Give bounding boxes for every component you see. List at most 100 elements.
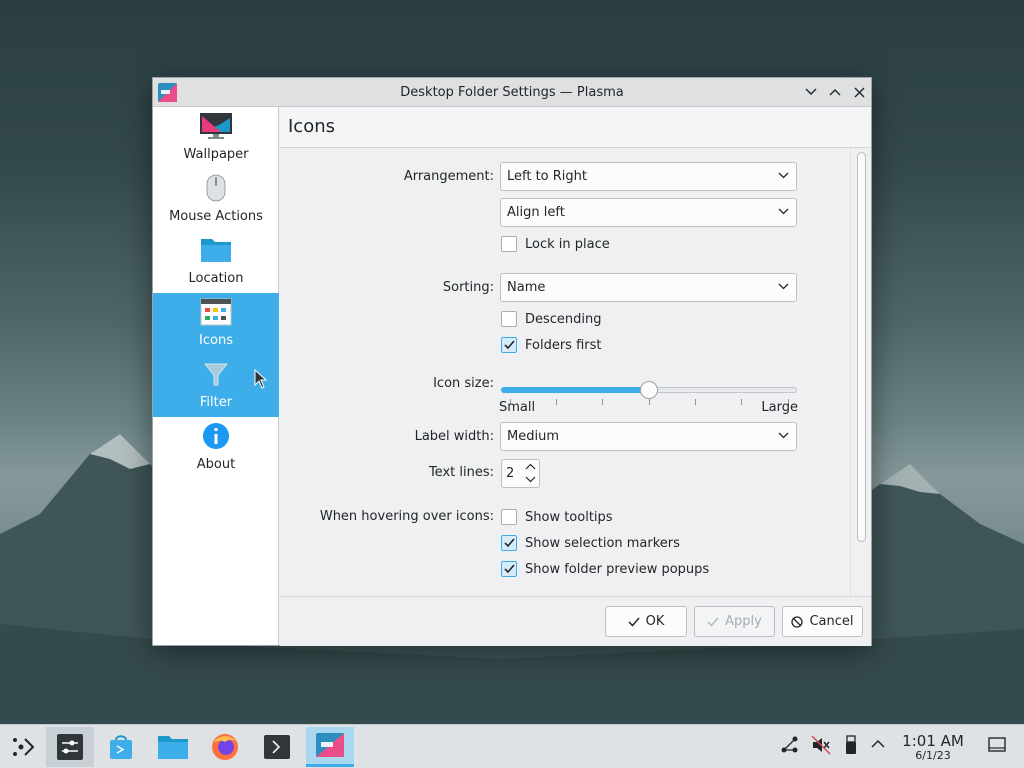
checkbox-label: Folders first <box>525 337 602 353</box>
taskbar-discover[interactable] <box>98 727 144 767</box>
show-desktop-icon[interactable] <box>988 737 1006 753</box>
mouse-pointer-icon <box>254 369 268 389</box>
chevron-up-icon <box>829 89 841 96</box>
text-lines-spinbox[interactable]: 2 <box>501 459 540 488</box>
label-width-value: Medium <box>507 429 559 444</box>
taskbar-system-settings[interactable] <box>46 727 94 767</box>
slider-tick <box>695 399 696 405</box>
cancel-icon <box>791 615 804 628</box>
sidebar-item-label: Icons <box>199 333 233 348</box>
checkmark-icon <box>707 617 719 627</box>
sorting-dropdown[interactable]: Name <box>500 273 797 302</box>
label-width-dropdown[interactable]: Medium <box>500 422 797 451</box>
chevron-up-icon[interactable] <box>871 739 885 749</box>
volume-muted-icon[interactable] <box>811 735 831 755</box>
text-lines-label: Text lines: <box>428 465 494 480</box>
folder-icon <box>201 239 231 262</box>
alignment-dropdown[interactable]: Align left <box>500 198 797 227</box>
arrangement-dropdown[interactable]: Left to Right <box>500 162 797 191</box>
system-settings-icon <box>57 734 83 760</box>
plasma-app-icon <box>158 83 177 102</box>
slider-fill <box>501 387 649 393</box>
network-icon[interactable] <box>780 735 800 755</box>
page-title: Icons <box>280 107 871 148</box>
sidebar-item-icons[interactable]: Icons <box>153 293 279 355</box>
cancel-label: Cancel <box>809 614 854 629</box>
icon-size-min-label: Small <box>499 400 536 415</box>
dolphin-folder-icon <box>158 736 188 759</box>
lock-in-place-checkbox[interactable]: Lock in place <box>501 236 610 252</box>
clock-time: 1:01 AM <box>902 732 964 750</box>
show-folder-preview-checkbox[interactable]: Show folder preview popups <box>501 561 709 577</box>
taskbar-dolphin[interactable] <box>150 727 196 767</box>
icon-size-label: Icon size: <box>433 376 494 391</box>
checkmark-icon <box>504 564 515 574</box>
ok-button[interactable]: OK <box>605 606 687 637</box>
arrangement-label: Arrangement: <box>403 169 494 184</box>
checkmark-icon <box>504 340 515 350</box>
sidebar-item-about[interactable]: About <box>153 417 279 479</box>
clock[interactable]: 1:01 AM 6/1/23 <box>896 733 970 763</box>
checkbox-box <box>501 236 517 252</box>
ok-label: OK <box>645 614 665 629</box>
chevron-down-icon <box>778 432 789 439</box>
sidebar-item-label: Mouse Actions <box>169 209 263 224</box>
clock-date: 6/1/23 <box>915 749 951 762</box>
category-sidebar: Wallpaper Mouse Actions Location Icons F… <box>153 107 279 645</box>
checkbox-label: Show tooltips <box>525 509 613 525</box>
descending-checkbox[interactable]: Descending <box>501 311 602 327</box>
filter-funnel-icon <box>203 363 229 386</box>
window-title: Desktop Folder Settings — Plasma <box>400 84 624 100</box>
taskbar-konsole[interactable] <box>254 727 300 767</box>
sidebar-item-location[interactable]: Location <box>153 231 279 293</box>
application-launcher-icon <box>13 738 35 756</box>
icon-size-max-label: Large <box>761 400 798 415</box>
minimize-button[interactable] <box>801 82 821 102</box>
sidebar-item-label: Wallpaper <box>183 147 249 162</box>
checkbox-label: Show selection markers <box>525 535 680 551</box>
slider-tick <box>602 399 603 405</box>
sidebar-item-mouse-actions[interactable]: Mouse Actions <box>153 169 279 231</box>
checkbox-label: Descending <box>525 311 602 327</box>
checkbox-box-checked <box>501 535 517 551</box>
panel-divider <box>850 148 851 596</box>
close-button[interactable] <box>849 82 869 102</box>
checkbox-label: Lock in place <box>525 236 610 252</box>
label-width-label: Label width: <box>414 429 494 444</box>
title-bar[interactable]: Desktop Folder Settings — Plasma <box>153 78 871 107</box>
monitor-icon <box>200 113 232 139</box>
chevron-down-icon <box>778 283 789 290</box>
checkmark-icon <box>628 617 640 627</box>
maximize-button[interactable] <box>825 82 845 102</box>
checkbox-box-checked <box>501 337 517 353</box>
spin-arrows-icon[interactable] <box>525 462 536 484</box>
checkbox-box-checked <box>501 561 517 577</box>
show-selection-markers-checkbox[interactable]: Show selection markers <box>501 535 680 551</box>
sidebar-item-wallpaper[interactable]: Wallpaper <box>153 107 279 169</box>
vertical-scrollbar[interactable] <box>857 152 866 542</box>
checkmark-icon <box>504 538 515 548</box>
discover-store-icon <box>110 735 132 759</box>
cancel-button[interactable]: Cancel <box>782 606 863 637</box>
chevron-down-icon <box>778 208 789 215</box>
application-launcher[interactable] <box>0 727 46 767</box>
taskbar-firefox[interactable] <box>202 727 248 767</box>
folders-first-checkbox[interactable]: Folders first <box>501 337 601 353</box>
checkbox-box <box>501 311 517 327</box>
firefox-icon <box>212 734 238 760</box>
hover-options-label: When hovering over icons: <box>319 509 494 524</box>
dialog-button-box: OK Apply Cancel <box>280 596 871 646</box>
plasma-settings-icon <box>316 732 344 757</box>
apply-button[interactable]: Apply <box>694 606 775 637</box>
show-tooltips-checkbox[interactable]: Show tooltips <box>501 509 613 525</box>
slider-handle[interactable] <box>640 381 658 399</box>
usb-device-icon[interactable] <box>844 735 858 755</box>
apply-label: Apply <box>725 614 762 629</box>
text-lines-value: 2 <box>506 466 515 481</box>
sorting-value: Name <box>507 280 546 295</box>
sidebar-item-label: Filter <box>199 395 233 410</box>
settings-dialog: Desktop Folder Settings — Plasma Wallpap… <box>152 77 872 646</box>
icons-settings-panel: Arrangement: Left to Right Align left Lo… <box>280 148 871 596</box>
taskbar-desktop-settings[interactable] <box>306 727 354 767</box>
sidebar-item-label: Location <box>188 271 244 286</box>
